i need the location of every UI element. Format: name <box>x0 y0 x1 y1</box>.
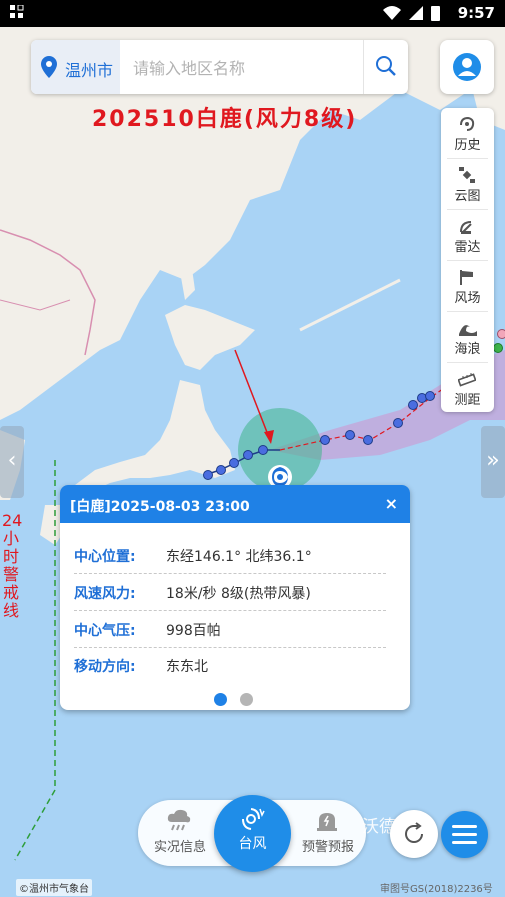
alarm-icon <box>314 808 340 836</box>
info-row-position: 中心位置: 东经146.1° 北纬36.1° <box>74 537 386 574</box>
map-layer-toolbar: 历史 云图 雷达 风场 海浪 测距 <box>441 108 494 412</box>
tool-wave[interactable]: 海浪 <box>441 312 494 362</box>
search-button[interactable] <box>363 40 408 94</box>
tool-history[interactable]: 历史 <box>441 108 494 158</box>
nav-live-info[interactable]: 实况信息 <box>140 800 216 866</box>
info-row-direction: 移动方向: 东东北 <box>74 659 208 675</box>
city-selector[interactable]: 温州市 <box>31 40 120 94</box>
map-approval-number: 审图号GS(2018)2236号 <box>380 884 493 895</box>
close-icon[interactable]: × <box>385 494 398 513</box>
nav-warnings[interactable]: 预警预报 <box>288 800 364 866</box>
search-bar: 温州市 <box>31 40 408 94</box>
tool-satellite[interactable]: 云图 <box>441 159 494 209</box>
nav-typhoon[interactable]: 台风 <box>214 795 291 872</box>
info-row-wind: 风速风力: 18米/秒 8级(热带风暴) <box>74 574 386 611</box>
map-credit: ©温州市气象台 <box>16 879 92 896</box>
signal-icons <box>381 4 447 26</box>
refresh-button[interactable] <box>390 810 438 858</box>
status-bar: 9:57 <box>0 0 505 27</box>
prev-arrow-button[interactable]: ‹ <box>0 426 24 498</box>
city-name: 温州市 <box>65 61 114 80</box>
location-pin-icon <box>41 56 57 82</box>
typhoon-track <box>203 329 505 480</box>
tool-ruler[interactable]: 测距 <box>441 363 494 413</box>
typhoon-title: 202510白鹿(风力8级) <box>92 107 358 132</box>
tool-wind-field[interactable]: 风场 <box>441 261 494 311</box>
menu-button[interactable] <box>441 811 488 858</box>
clock: 9:57 <box>457 4 495 22</box>
page-dot[interactable] <box>240 693 253 706</box>
next-arrow-button[interactable]: » <box>481 426 505 498</box>
chevron-right-icon: » <box>486 448 500 473</box>
search-input[interactable] <box>131 52 355 84</box>
user-avatar-button[interactable] <box>440 40 494 94</box>
cloud-rain-icon <box>166 808 192 836</box>
chevron-left-icon: ‹ <box>7 448 17 473</box>
page-dot-active[interactable] <box>214 693 227 706</box>
info-row-pressure: 中心气压: 998百帕 <box>74 611 386 648</box>
typhoon-map[interactable] <box>0 27 505 897</box>
warning-line-label: 24小时警戒线 <box>2 511 23 620</box>
popup-title: [白鹿]2025-08-03 23:00 <box>70 499 250 515</box>
popup-header: [白鹿]2025-08-03 23:00 × <box>60 485 410 523</box>
tool-radar[interactable]: 雷达 <box>441 210 494 260</box>
typhoon-icon <box>240 807 266 835</box>
typhoon-info-popup: [白鹿]2025-08-03 23:00 × 中心位置: 东经146.1° 北纬… <box>60 485 410 710</box>
app-grid-icon <box>10 4 24 23</box>
